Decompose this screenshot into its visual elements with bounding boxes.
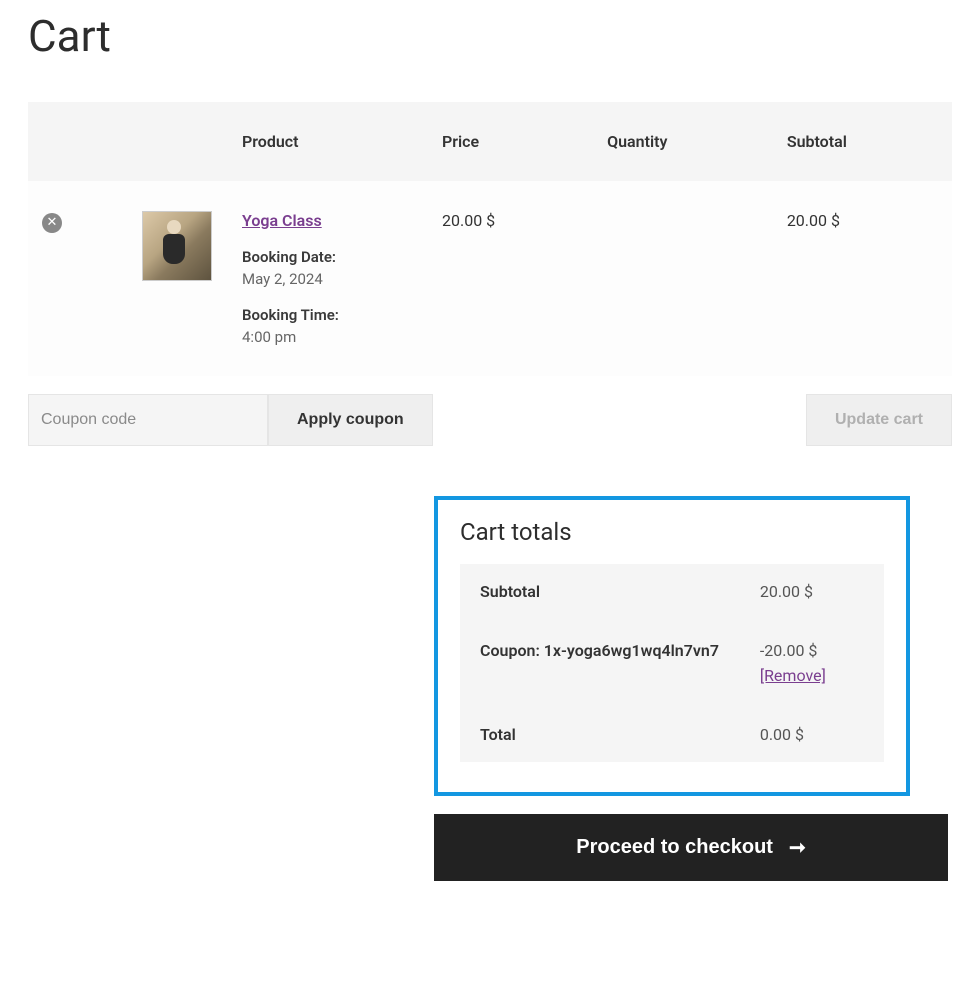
quantity-cell	[593, 181, 773, 376]
totals-subtotal-value: 20.00 $	[740, 564, 884, 619]
update-cart-button[interactable]: Update cart	[806, 394, 952, 446]
cart-actions-row: Apply coupon Update cart	[28, 394, 952, 446]
cart-row: ✕ Yoga Class Booking Date: May 2, 2024 B…	[28, 181, 952, 376]
col-product-header: Product	[228, 102, 428, 181]
cart-totals-panel: Cart totals Subtotal 20.00 $ Coupon: 1x-…	[434, 496, 910, 796]
booking-date-value: May 2, 2024	[242, 270, 414, 288]
totals-coupon-value: -20.00 $	[760, 641, 818, 660]
product-link[interactable]: Yoga Class	[242, 211, 322, 230]
col-remove-header	[28, 102, 128, 181]
totals-coupon-label: Coupon: 1x-yoga6wg1wq4ln7vn7	[460, 619, 740, 703]
coupon-input[interactable]	[28, 394, 268, 446]
booking-date-label: Booking Date:	[242, 248, 414, 266]
price-cell: 20.00 $	[428, 181, 593, 376]
close-icon: ✕	[47, 216, 58, 229]
spacer	[433, 394, 806, 446]
arrow-right-icon: ➞	[789, 838, 806, 858]
totals-subtotal-label: Subtotal	[460, 564, 740, 619]
cart-totals-title: Cart totals	[460, 518, 884, 546]
apply-coupon-button[interactable]: Apply coupon	[268, 394, 433, 446]
cart-table: Product Price Quantity Subtotal ✕ Yoga C…	[28, 102, 952, 376]
booking-time-label: Booking Time:	[242, 306, 414, 324]
totals-total-label: Total	[460, 703, 740, 762]
col-subtotal-header: Subtotal	[773, 102, 952, 181]
checkout-label: Proceed to checkout	[576, 836, 773, 859]
col-quantity-header: Quantity	[593, 102, 773, 181]
subtotal-cell: 20.00 $	[773, 181, 952, 376]
remove-coupon-link[interactable]: [Remove]	[760, 666, 864, 685]
product-thumbnail[interactable]	[142, 211, 212, 281]
remove-item-button[interactable]: ✕	[42, 213, 62, 233]
booking-time-value: 4:00 pm	[242, 328, 414, 346]
totals-total-value: 0.00 $	[740, 703, 884, 762]
page-title: Cart	[28, 10, 952, 62]
proceed-to-checkout-button[interactable]: Proceed to checkout ➞	[434, 814, 948, 881]
col-thumb-header	[128, 102, 228, 181]
cart-totals-table: Subtotal 20.00 $ Coupon: 1x-yoga6wg1wq4l…	[460, 564, 884, 762]
col-price-header: Price	[428, 102, 593, 181]
